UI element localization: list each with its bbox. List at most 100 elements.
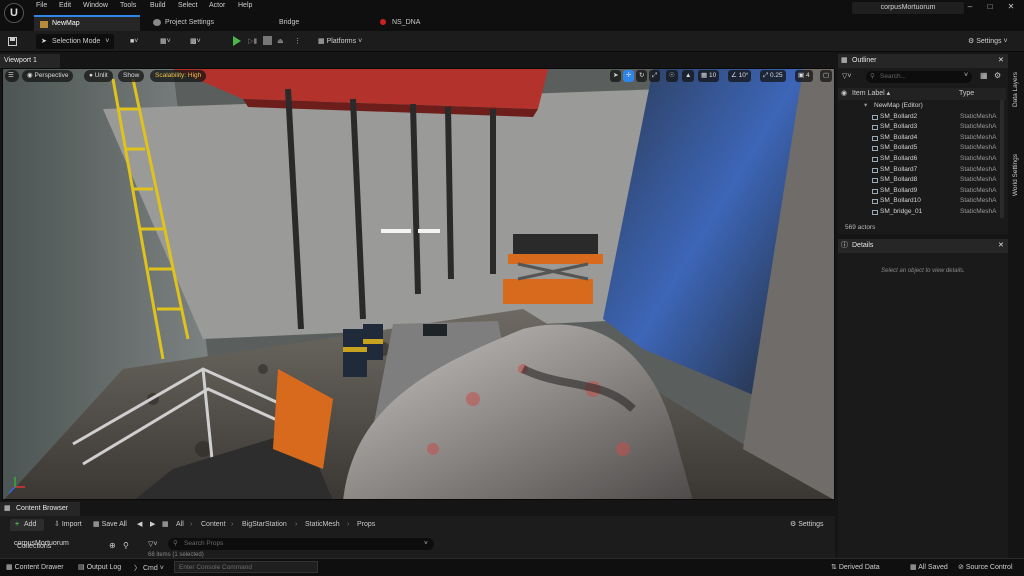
close-icon[interactable]: ✕	[998, 239, 1004, 253]
content-drawer-button[interactable]: ▦ Content Drawer	[6, 563, 64, 571]
search-icon[interactable]: ⚲	[123, 541, 129, 550]
step-icon[interactable]: ▷▮	[248, 34, 257, 49]
platforms-dropdown[interactable]: ▦ Platforms ˅	[318, 34, 378, 49]
scalability-warning[interactable]: Scalability: High	[150, 70, 207, 82]
blueprint-icon[interactable]: ▦˅	[160, 34, 171, 49]
outliner-row[interactable]: SM_Bollard4 StaticMeshA	[838, 133, 1000, 144]
outliner-search-input[interactable]: ⚲ Search...	[866, 71, 972, 83]
outliner-row[interactable]: SM_Bollard5 StaticMeshA	[838, 143, 1000, 154]
outliner-row[interactable]: SM_Bollard2 StaticMeshA	[838, 112, 1000, 123]
breadcrumb-all[interactable]: All	[176, 519, 184, 531]
close-icon[interactable]: ✕	[1004, 1, 1018, 13]
add-collection-icon[interactable]: ⊕	[109, 541, 116, 550]
world-settings-tab[interactable]: World Settings	[1012, 154, 1019, 196]
source-control-button[interactable]: ⊘ Source Control	[958, 563, 1013, 571]
grid-snap-button[interactable]: ▦ 10	[698, 70, 720, 82]
level-viewport[interactable]	[2, 68, 835, 500]
menu-select[interactable]: Select	[178, 2, 197, 9]
outliner-row[interactable]: SM_Bollard3 StaticMeshA	[838, 122, 1000, 133]
menu-edit[interactable]: Edit	[59, 2, 71, 9]
filter-icon[interactable]: ▽˅	[148, 540, 157, 548]
details-tab[interactable]: ⓘ Details ✕	[838, 239, 1008, 253]
perspective-dropdown[interactable]: ◉ Perspective	[22, 70, 74, 82]
world-local-icon[interactable]: ☉	[666, 70, 678, 82]
history-forward-icon[interactable]: ▶	[150, 519, 155, 531]
select-tool-icon[interactable]: ➤	[610, 70, 622, 82]
folder-icon[interactable]: ▦	[162, 519, 169, 531]
minimize-icon[interactable]: –	[963, 1, 977, 13]
chevron-down-icon[interactable]: ˅	[424, 538, 428, 550]
stop-icon[interactable]	[263, 36, 272, 45]
outliner-row[interactable]: SM_Bollard8 StaticMeshA	[838, 175, 1000, 186]
collapse-icon[interactable]: ▾	[864, 101, 867, 112]
tab-newmap[interactable]: NewMap	[34, 15, 140, 31]
menu-window[interactable]: Window	[83, 2, 108, 9]
breadcrumb-content[interactable]: Content	[201, 519, 226, 531]
maximize-icon[interactable]: □	[983, 1, 997, 13]
rotation-snap-button[interactable]: ∠ 10°	[728, 70, 752, 82]
settings-button[interactable]: ⚙ Settings ˅	[968, 34, 1018, 49]
tab-label: Bridge	[279, 19, 300, 26]
eject-icon[interactable]: ⏏	[277, 34, 284, 49]
viewport-menu-icon[interactable]: ☰	[5, 70, 19, 82]
console-command-input[interactable]: Enter Console Command	[174, 561, 318, 573]
rotate-tool-icon[interactable]: ↻	[636, 70, 648, 82]
add-folder-icon[interactable]: ▦	[980, 71, 988, 80]
column-type[interactable]: Type	[959, 88, 974, 100]
unreal-logo-icon[interactable]: U	[4, 3, 24, 23]
menu-help[interactable]: Help	[238, 2, 252, 9]
maximize-viewport-icon[interactable]: ▢	[820, 70, 833, 82]
surface-snap-icon[interactable]: ▲	[682, 70, 695, 82]
add-button[interactable]: + Add	[10, 519, 44, 531]
history-back-icon[interactable]: ◀	[137, 519, 142, 531]
tab-ns-dna[interactable]: NS_DNA	[374, 15, 474, 31]
tab-project-settings[interactable]: Project Settings	[147, 15, 267, 31]
camera-speed-button[interactable]: ▣ 4	[795, 70, 813, 82]
gear-icon[interactable]: ⚙	[994, 71, 1001, 80]
all-saved-button[interactable]: ▦ All Saved	[910, 563, 948, 571]
close-icon[interactable]: ✕	[998, 54, 1004, 68]
menu-tools[interactable]: Tools	[120, 2, 136, 9]
chevron-down-icon[interactable]: ˅	[964, 72, 968, 79]
breadcrumb-staticmesh[interactable]: StaticMesh	[305, 519, 340, 531]
outliner-scrollbar[interactable]	[1000, 100, 1004, 218]
scale-tool-icon[interactable]: ⤢	[649, 70, 661, 82]
outliner-row[interactable]: SM_Bollard6 StaticMeshA	[838, 154, 1000, 165]
play-icon[interactable]	[233, 36, 241, 46]
cinematics-icon[interactable]: ▩˅	[190, 34, 201, 49]
outliner-row[interactable]: SM_Bollard10 StaticMeshA	[838, 196, 1000, 207]
save-all-button[interactable]: ▦ Save All	[93, 519, 127, 531]
view-mode-dropdown[interactable]: ● Unlit	[84, 70, 113, 82]
translate-tool-icon[interactable]: ✛	[623, 70, 635, 82]
content-browser-tab[interactable]: ▦ Content Browser	[0, 502, 80, 516]
viewport-tab[interactable]: Viewport 1	[0, 54, 60, 68]
breadcrumb-bigstarstation[interactable]: BigStarStation	[242, 519, 287, 531]
outliner-row[interactable]: SM_Bollard9 StaticMeshA	[838, 186, 1000, 197]
column-item-label[interactable]: Item Label ▴	[852, 88, 890, 100]
filter-icon[interactable]: ▽˅	[842, 72, 851, 80]
cmd-dropdown[interactable]: 〉 Cmd ˅	[134, 563, 164, 573]
add-actor-icon[interactable]: ■˅	[130, 34, 138, 49]
show-dropdown[interactable]: Show	[118, 70, 145, 82]
outliner-row[interactable]: SM_bridge_01 StaticMeshA	[838, 207, 1000, 218]
selection-mode-dropdown[interactable]: ➤ Selection Mode ˅	[36, 34, 114, 49]
collections-label[interactable]: Collections	[17, 543, 51, 550]
menu-file[interactable]: File	[36, 2, 47, 9]
scale-snap-button[interactable]: ⤢ 0.25	[760, 70, 786, 82]
import-button[interactable]: ⇩ Import	[54, 519, 82, 531]
outliner-tab[interactable]: ▦ Outliner ✕	[838, 54, 1008, 68]
output-log-button[interactable]: ▤ Output Log	[78, 563, 121, 571]
save-icon[interactable]	[8, 34, 20, 49]
tab-bridge[interactable]: Bridge	[261, 15, 361, 31]
outliner-root-row[interactable]: ▾ NewMap (Editor)	[838, 101, 1000, 112]
eye-icon[interactable]: ◉	[841, 88, 847, 100]
outliner-row[interactable]: SM_Bollard7 StaticMeshA	[838, 165, 1000, 176]
data-layers-tab[interactable]: Data Layers	[1012, 72, 1019, 107]
more-options-icon[interactable]: ⋮	[294, 34, 301, 49]
breadcrumb-props[interactable]: Props	[357, 519, 375, 531]
content-browser-settings-button[interactable]: ⚙ Settings	[790, 519, 824, 531]
content-search-input[interactable]: ⚲ Search Props ˅	[168, 538, 434, 550]
menu-actor[interactable]: Actor	[209, 2, 225, 9]
menu-build[interactable]: Build	[150, 2, 166, 9]
derived-data-button[interactable]: ⇅ Derived Data	[831, 563, 880, 571]
